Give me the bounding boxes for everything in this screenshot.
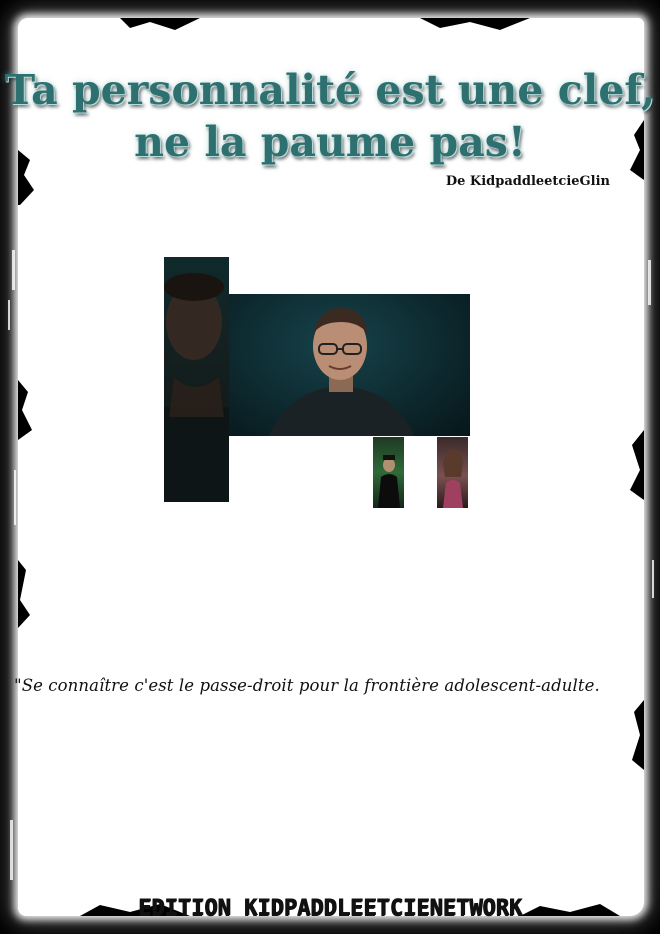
small-photo-pink xyxy=(437,437,468,508)
poster-page: Ta personnalité est une clef, ne la paum… xyxy=(0,0,660,934)
portrait-main-figure xyxy=(269,308,414,436)
title-line-2: ne la paume pas! xyxy=(134,118,526,166)
portrait-photo-main xyxy=(229,294,470,436)
portrait-photo-left xyxy=(164,257,229,502)
portrait-left-figure xyxy=(164,273,229,502)
author-credit: De KidpaddleetcieGlin xyxy=(445,174,610,189)
poster-title: Ta personnalité est une clef, ne la paum… xyxy=(0,64,660,168)
quote-text: "Se connaître c'est le passe-droit pour … xyxy=(14,676,600,695)
small-pink-figure xyxy=(443,449,463,508)
small-photo-green xyxy=(373,437,404,508)
title-line-1: Ta personnalité est une clef, xyxy=(4,66,656,114)
footer-edition: EDITION KIDPADDLEETCIENETWORK xyxy=(137,896,523,921)
small-green-figure xyxy=(378,455,400,508)
